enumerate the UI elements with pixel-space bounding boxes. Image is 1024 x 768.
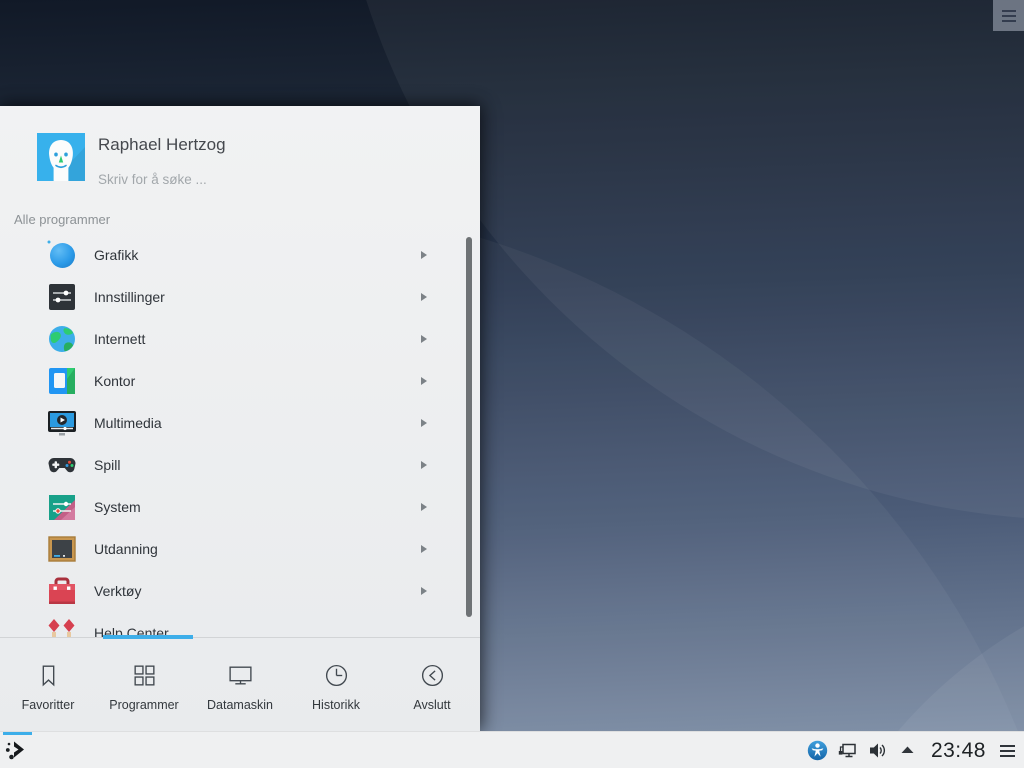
submenu-arrow-icon <box>421 251 427 259</box>
desktop-toolbox-button[interactable] <box>993 0 1024 31</box>
category-item-system[interactable]: System <box>0 486 480 528</box>
application-launcher-button[interactable] <box>0 732 36 768</box>
category-item-internett[interactable]: Internett <box>0 318 480 360</box>
utilities-icon <box>46 575 78 607</box>
category-item-multimedia[interactable]: Multimedia <box>0 402 480 444</box>
tab-avslutt[interactable]: Avslutt <box>384 638 480 731</box>
category-item-utdanning[interactable]: Utdanning <box>0 528 480 570</box>
network-icon[interactable] <box>837 740 858 761</box>
computer-icon <box>227 662 254 689</box>
scrollbar[interactable] <box>466 237 472 617</box>
accessibility-icon[interactable] <box>807 740 828 761</box>
category-list: Grafikk Innstillinger <box>0 234 480 637</box>
tab-programmer[interactable]: Programmer <box>96 638 192 731</box>
multimedia-icon <box>46 407 78 439</box>
graphics-icon <box>46 239 78 271</box>
tab-datamaskin[interactable]: Datamaskin <box>192 638 288 731</box>
bookmark-icon <box>35 662 62 689</box>
taskbar-panel: 23:48 <box>0 731 1024 768</box>
submenu-arrow-icon <box>421 419 427 427</box>
submenu-arrow-icon <box>421 545 427 553</box>
games-icon <box>46 449 78 481</box>
app-launcher-icon <box>5 739 29 768</box>
volume-icon[interactable] <box>867 740 888 761</box>
help-icon <box>46 617 78 637</box>
category-item-grafikk[interactable]: Grafikk <box>0 234 480 276</box>
submenu-arrow-icon <box>421 377 427 385</box>
system-icon <box>46 491 78 523</box>
user-name: Raphael Hertzog <box>98 135 226 155</box>
tab-historikk[interactable]: Historikk <box>288 638 384 731</box>
settings-icon <box>46 281 78 313</box>
digital-clock[interactable]: 23:48 <box>931 739 986 763</box>
category-item-kontor[interactable]: Kontor <box>0 360 480 402</box>
leave-icon <box>419 662 446 689</box>
panel-menu-button[interactable] <box>998 741 1017 761</box>
launcher-active-indicator <box>3 732 32 735</box>
tab-bar: Favoritter Programmer <box>0 638 480 731</box>
submenu-arrow-icon <box>421 461 427 469</box>
user-avatar[interactable] <box>37 133 85 181</box>
tab-favoritter[interactable]: Favoritter <box>0 638 96 731</box>
expand-tray-icon[interactable] <box>897 740 918 761</box>
clock-icon <box>323 662 350 689</box>
category-item-innstillinger[interactable]: Innstillinger <box>0 276 480 318</box>
education-icon <box>46 533 78 565</box>
submenu-arrow-icon <box>421 293 427 301</box>
hamburger-icon <box>1002 10 1016 22</box>
desktop: Raphael Hertzog Skriv for å søke ... All… <box>0 0 1024 768</box>
category-item-help-center[interactable]: Help Center <box>0 612 480 637</box>
search-input[interactable]: Skriv for å søke ... <box>98 172 226 187</box>
launcher-header: Raphael Hertzog Skriv for å søke ... <box>37 133 226 187</box>
submenu-arrow-icon <box>421 587 427 595</box>
grid-icon <box>131 662 158 689</box>
submenu-arrow-icon <box>421 335 427 343</box>
category-item-verktoy[interactable]: Verktøy <box>0 570 480 612</box>
submenu-arrow-icon <box>421 503 427 511</box>
category-item-spill[interactable]: Spill <box>0 444 480 486</box>
breadcrumb-all-programs: Alle programmer <box>14 212 110 227</box>
internet-icon <box>46 323 78 355</box>
system-tray: 23:48 <box>807 732 1024 768</box>
office-icon <box>46 365 78 397</box>
application-launcher-popup: Raphael Hertzog Skriv for å søke ... All… <box>0 106 480 731</box>
